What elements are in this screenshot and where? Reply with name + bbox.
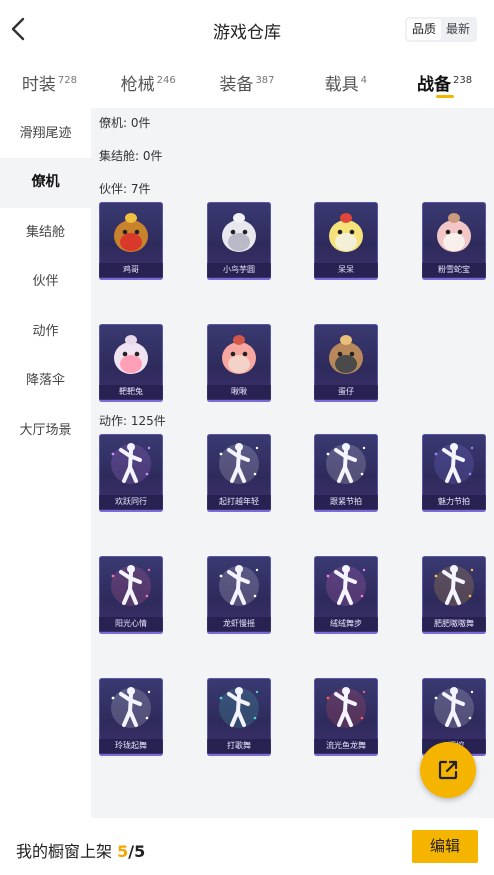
dancer-art [219,565,259,606]
share-external-icon [438,760,458,780]
partner-card[interactable]: 鸡哥 [99,202,163,280]
showcase-status: 我的橱窗上架 5/5 [16,838,145,862]
tab-label: 载具 [324,75,359,95]
showcase-bar: 我的橱窗上架 5/5 编辑 [0,818,494,875]
sidebar-item-glide-trail[interactable]: 滑翔尾迹 [0,109,91,159]
emote-card[interactable]: 龙虾慢摇 [207,556,271,634]
mascot-art [222,335,256,374]
active-tab-indicator [435,95,454,98]
subcategory-sidebar: 滑翔尾迹 僚机 集结舱 伙伴 动作 降落伞 大厅场景 [0,108,91,875]
edit-button[interactable]: 编辑 [412,830,478,863]
tab-battle-prep[interactable]: 战备 238 [395,58,494,108]
dancer-art [326,687,366,728]
tab-count: 238 [453,75,473,86]
showcase-label: 我的橱窗上架 [16,842,113,861]
emote-name: 欢跃同行 [99,495,163,509]
sort-toggle: 品质 最新 [405,17,477,42]
tab-label: 时装 [21,75,56,95]
emote-card[interactable]: 流光鱼龙舞 [314,678,378,756]
dancer-art [111,687,151,728]
emote-name: 跟紧节拍 [314,495,378,509]
dancer-art [219,443,259,484]
tab-count: 728 [57,75,77,86]
item-grid-area[interactable]: 僚机: 0件 集结舱: 0件 伙伴: 7件 鸡哥 小鸟芋圆 呆呆 粉雪蛇宝 靶靶… [91,108,494,818]
share-button[interactable] [420,742,476,798]
section-title-wingman: 僚机: 0件 [99,116,151,130]
showcase-total-count: /5 [128,842,146,861]
partner-card[interactable]: 呆呆 [314,202,378,280]
partner-card[interactable]: 粉雪蛇宝 [422,202,486,280]
emote-name: 流光鱼龙舞 [314,739,378,753]
partner-name: 呆呆 [314,263,378,277]
dancer-art [434,687,474,728]
emote-card[interactable]: 绒绒舞步 [314,556,378,634]
mascot-art [437,213,471,252]
sidebar-item-lobby-scene[interactable]: 大厅场景 [0,406,91,456]
emote-card[interactable]: 魅力节拍 [422,434,486,512]
sidebar-item-parachute[interactable]: 降落伞 [0,356,91,406]
emote-card[interactable]: 阳光心情 [99,556,163,634]
tab-weapons[interactable]: 枪械 246 [99,58,198,108]
dancer-art [219,687,259,728]
top-bar: 游戏仓库 品质 最新 [0,0,494,58]
mascot-art [222,213,256,252]
emote-card[interactable]: 玲珑起舞 [99,678,163,756]
sort-option-newest[interactable]: 最新 [441,19,475,40]
emote-name: 玲珑起舞 [99,739,163,753]
mascot-art [114,213,148,252]
partner-name: 靶靶兔 [99,385,163,399]
tab-label: 枪械 [120,75,155,95]
emote-name: 绒绒舞步 [314,617,378,631]
dancer-art [326,565,366,606]
partner-name: 粉雪蛇宝 [422,263,486,277]
partner-card[interactable]: 小鸟芋圆 [207,202,271,280]
mascot-art [114,335,148,374]
tab-vehicles[interactable]: 载具 4 [296,58,395,108]
tab-equipment[interactable]: 装备 387 [198,58,297,108]
emote-name: 起打越年轻 [207,495,271,509]
section-title-rally-pod: 集结舱: 0件 [99,149,163,163]
dancer-art [434,443,474,484]
showcase-current-count: 5 [117,842,129,861]
emote-name: 龙虾慢摇 [207,617,271,631]
category-tabs: 时装 728 枪械 246 装备 387 载具 4 战备 238 [0,58,494,108]
game-warehouse-screen: 游戏仓库 品质 最新 时装 728 枪械 246 装备 387 载具 4 战备 238 滑… [0,0,494,875]
mascot-art [329,335,363,374]
tab-label: 装备 [219,75,254,95]
sidebar-item-partner[interactable]: 伙伴 [0,257,91,307]
dancer-art [111,443,151,484]
tab-count: 4 [360,75,367,86]
emote-card[interactable]: 打歌舞 [207,678,271,756]
tab-fashion[interactable]: 时装 728 [0,58,99,108]
partner-name: 鸡哥 [99,263,163,277]
emote-name: 阳光心情 [99,617,163,631]
sidebar-item-rally-pod[interactable]: 集结舱 [0,208,91,258]
partner-card[interactable]: 啾啾 [207,324,271,402]
emote-card[interactable]: 欢跃同行 [99,434,163,512]
partner-card[interactable]: 蛋仔 [314,324,378,402]
mascot-art [329,213,363,252]
partner-name: 蛋仔 [314,385,378,399]
dancer-art [326,443,366,484]
emote-name: 魅力节拍 [422,495,486,509]
sidebar-item-wingman[interactable]: 僚机 [0,158,91,208]
emote-card[interactable]: 肥肥嗷嗷舞 [422,556,486,634]
sort-option-quality[interactable]: 品质 [407,19,441,40]
dancer-art [111,565,151,606]
emote-card[interactable]: 起打越年轻 [207,434,271,512]
emote-name: 打歌舞 [207,739,271,753]
tab-label: 战备 [417,75,452,95]
section-title-partner: 伙伴: 7件 [99,182,151,196]
partner-name: 小鸟芋圆 [207,263,271,277]
section-title-emote: 动作: 125件 [99,414,166,428]
emote-name: 肥肥嗷嗷舞 [422,617,486,631]
tab-count: 387 [255,75,275,86]
tab-count: 246 [156,75,176,86]
partner-name: 啾啾 [207,385,271,399]
partner-card[interactable]: 靶靶兔 [99,324,163,402]
emote-card[interactable]: 跟紧节拍 [314,434,378,512]
sidebar-item-emote[interactable]: 动作 [0,307,91,357]
dancer-art [434,565,474,606]
